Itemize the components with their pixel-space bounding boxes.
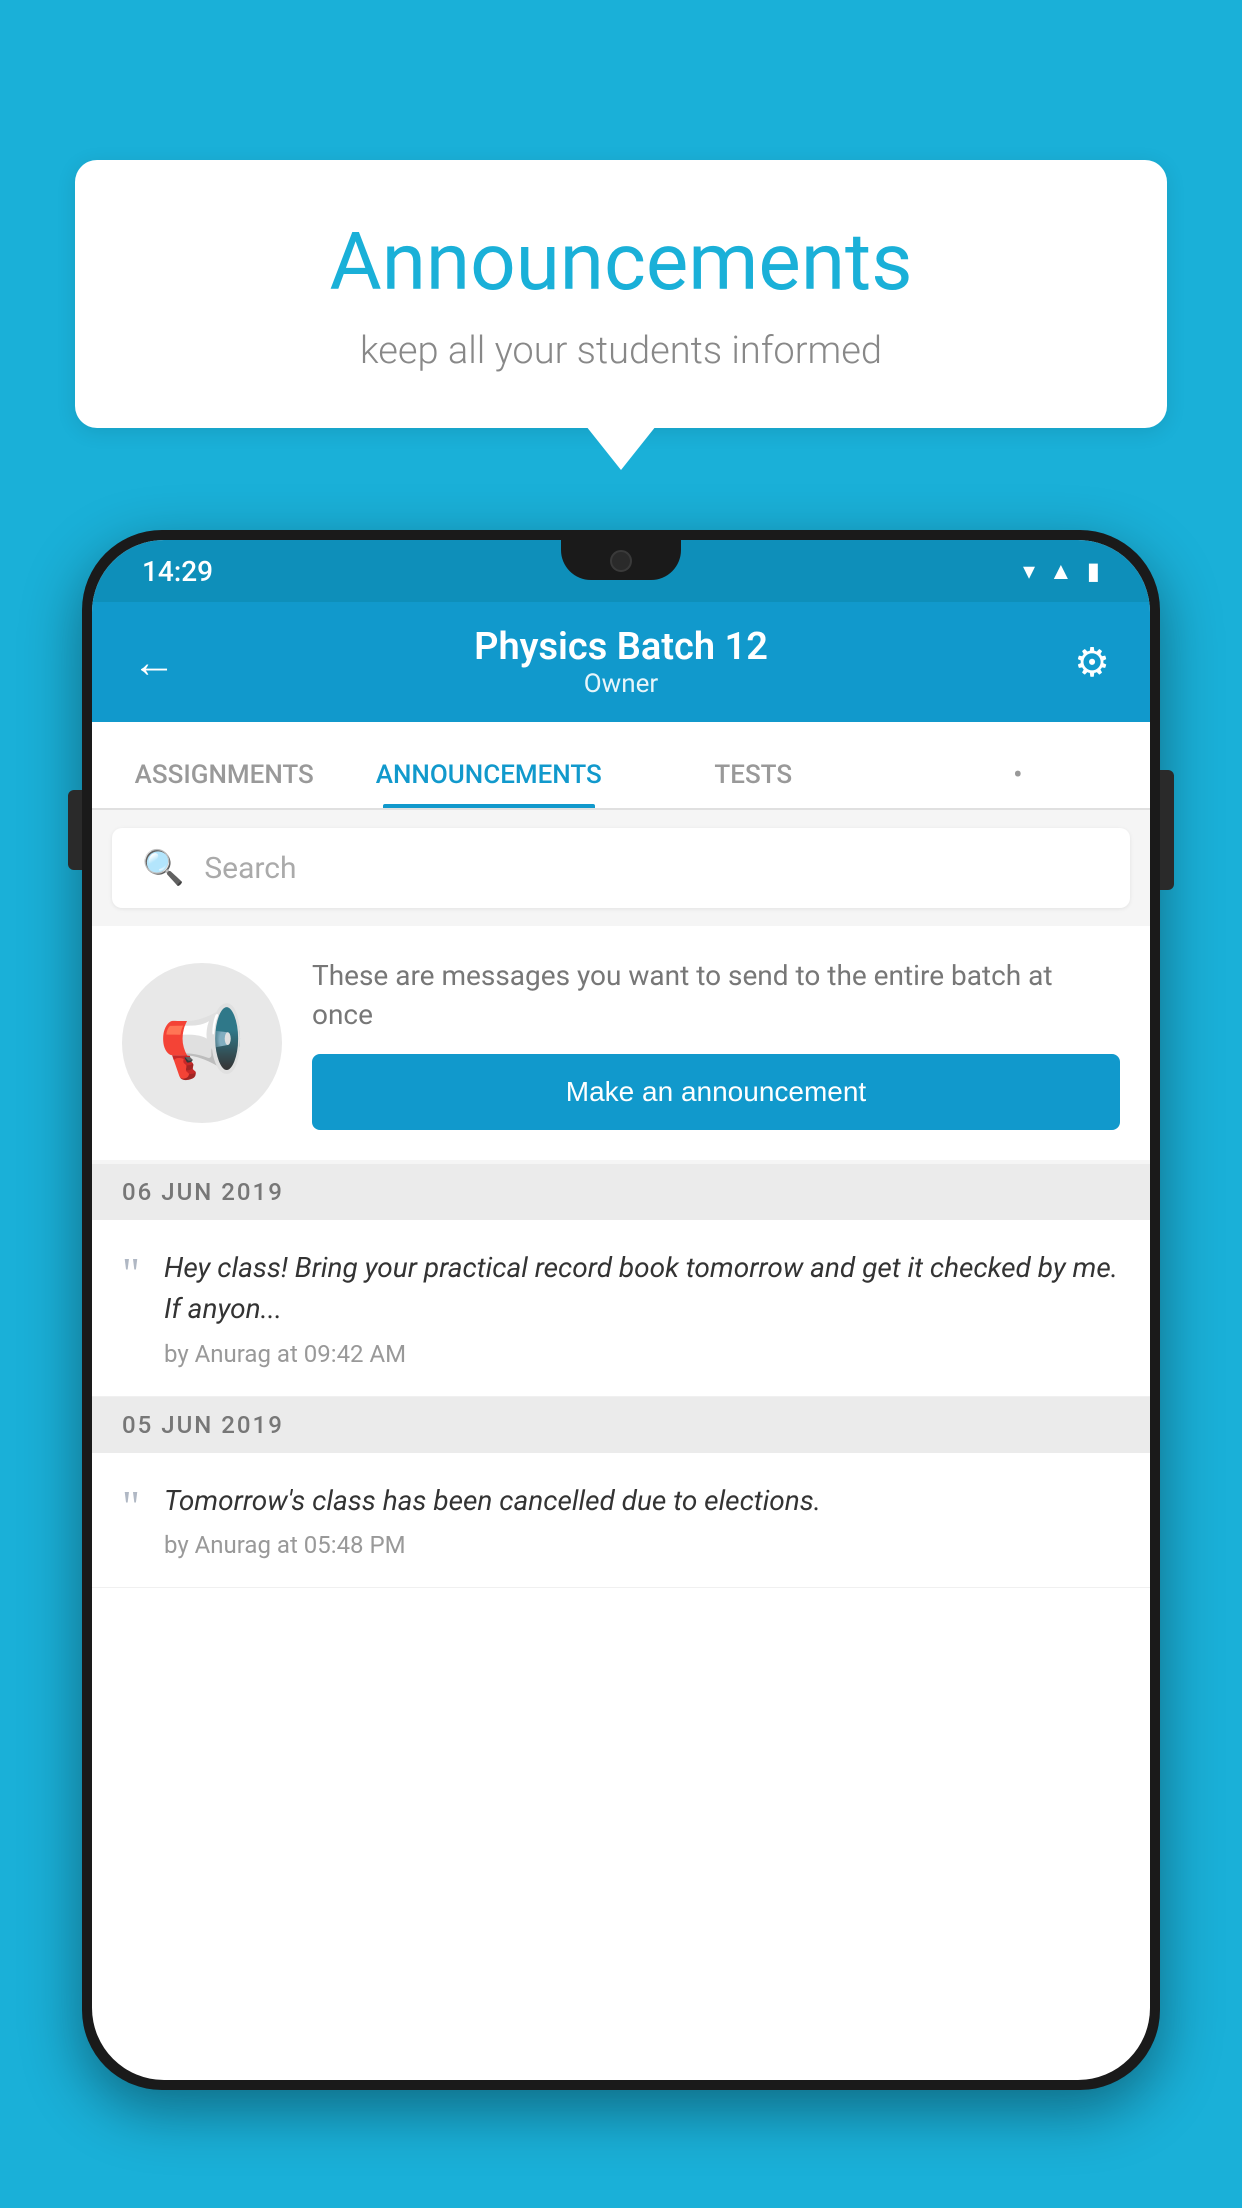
status-icons: ▾ ▲ ▮ [1023,557,1100,586]
header-center: Physics Batch 12 Owner [474,625,768,699]
header-title: Physics Batch 12 [474,625,768,669]
announcement-item-1[interactable]: " Hey class! Bring your practical record… [92,1220,1150,1396]
tab-more[interactable]: • [886,760,1151,808]
promo-icon-circle: 📢 [122,963,282,1123]
search-icon: 🔍 [142,848,184,888]
announcement-meta-1: by Anurag at 09:42 AM [164,1340,1120,1368]
content-area: 🔍 Search 📢 These are messages you want t… [92,810,1150,1588]
date-divider-2: 05 JUN 2019 [92,1397,1150,1453]
wifi-icon: ▾ [1023,557,1035,585]
date-divider-1: 06 JUN 2019 [92,1164,1150,1220]
phone-container: 14:29 ▾ ▲ ▮ ← Physics Batch 12 Owner ⚙ A… [82,530,1160,2208]
status-bar: 14:29 ▾ ▲ ▮ [92,540,1150,602]
status-time: 14:29 [142,555,213,588]
promo-description: These are messages you want to send to t… [312,956,1120,1034]
quote-icon-1: " [122,1248,140,1296]
promo-card: 📢 These are messages you want to send to… [92,926,1150,1160]
phone-notch [561,540,681,580]
speech-bubble-card: Announcements keep all your students inf… [75,160,1167,428]
announcement-content-2: Tomorrow's class has been cancelled due … [164,1481,1120,1560]
announcement-text-1: Hey class! Bring your practical record b… [164,1248,1120,1329]
megaphone-icon: 📢 [158,1002,245,1084]
tab-tests[interactable]: TESTS [621,760,886,808]
announcement-item-2[interactable]: " Tomorrow's class has been cancelled du… [92,1453,1150,1589]
app-header: ← Physics Batch 12 Owner ⚙ [92,602,1150,722]
header-subtitle: Owner [474,669,768,699]
battery-icon: ▮ [1087,557,1100,585]
make-announcement-button[interactable]: Make an announcement [312,1054,1120,1130]
announcement-text-2: Tomorrow's class has been cancelled due … [164,1481,1120,1522]
search-placeholder-text: Search [204,851,296,886]
bubble-title: Announcements [135,215,1107,309]
signal-icon: ▲ [1049,557,1073,586]
quote-icon-2: " [122,1481,140,1529]
phone-inner: 14:29 ▾ ▲ ▮ ← Physics Batch 12 Owner ⚙ A… [92,540,1150,2080]
front-camera [610,550,632,572]
tab-assignments[interactable]: ASSIGNMENTS [92,760,357,808]
tab-announcements[interactable]: ANNOUNCEMENTS [357,760,622,808]
phone-outer: 14:29 ▾ ▲ ▮ ← Physics Batch 12 Owner ⚙ A… [82,530,1160,2090]
back-button[interactable]: ← [132,636,176,688]
search-bar[interactable]: 🔍 Search [112,828,1130,908]
announcement-meta-2: by Anurag at 05:48 PM [164,1531,1120,1559]
announcement-content-1: Hey class! Bring your practical record b… [164,1248,1120,1367]
bubble-subtitle: keep all your students informed [135,329,1107,373]
promo-text-area: These are messages you want to send to t… [312,956,1120,1130]
settings-button[interactable]: ⚙ [1074,639,1110,686]
tabs-bar: ASSIGNMENTS ANNOUNCEMENTS TESTS • [92,722,1150,810]
